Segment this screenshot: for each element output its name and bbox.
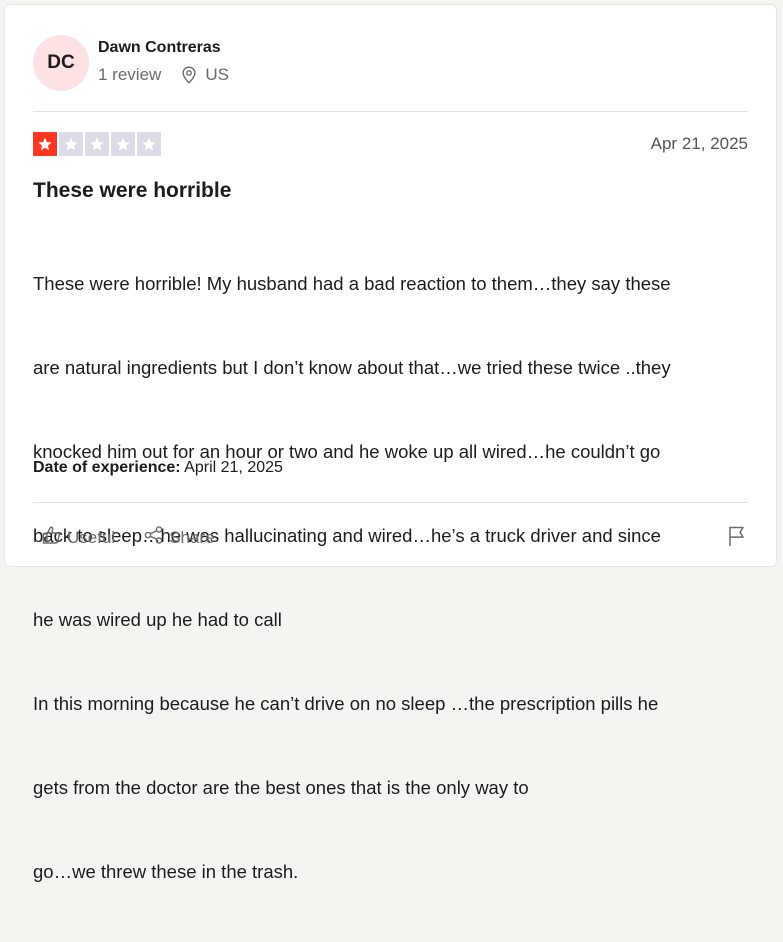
review-body-line: go…we threw these in the trash.: [33, 861, 299, 882]
review-date: Apr 21, 2025: [650, 134, 748, 153]
star-empty-icon: [111, 132, 135, 156]
experience-date: April 21, 2025: [184, 459, 283, 476]
star-rating: [33, 132, 161, 156]
reviewer-name[interactable]: Dawn Contreras: [98, 39, 221, 57]
review-body-line: he was wired up he had to call: [33, 609, 282, 630]
useful-label: Useful: [67, 527, 116, 547]
star-empty-icon: [85, 132, 109, 156]
review-body: These were horrible! My husband had a ba…: [33, 214, 753, 942]
review-body-line: These were horrible! My husband had a ba…: [33, 273, 671, 294]
header-divider: [33, 111, 748, 112]
date-of-experience: Date of experience: April 21, 2025: [33, 459, 283, 477]
reviewer-meta: 1 review US: [98, 65, 229, 85]
review-actions: Useful Share: [41, 525, 215, 550]
share-icon: [143, 525, 165, 550]
avatar-initials: DC: [47, 52, 75, 73]
share-button[interactable]: Share: [143, 525, 215, 550]
review-body-line: gets from the doctor are the best ones t…: [33, 777, 529, 798]
thumbs-up-icon: [41, 525, 63, 550]
experience-label: Date of experience:: [33, 459, 181, 476]
location-pin-icon: [181, 66, 197, 84]
useful-button[interactable]: Useful: [41, 525, 115, 550]
footer-divider: [33, 502, 748, 503]
review-count: 1 review: [98, 65, 162, 84]
flag-icon: [726, 526, 748, 552]
report-button[interactable]: [726, 524, 748, 553]
reviewer-location: US: [205, 65, 229, 84]
avatar[interactable]: DC: [33, 35, 89, 91]
review-card: DC Dawn Contreras 1 review US Apr 21, 20…: [4, 4, 777, 882]
review-title[interactable]: These were horrible: [33, 179, 231, 203]
review-body-line: are natural ingredients but I don’t know…: [33, 357, 671, 378]
star-empty-icon: [59, 132, 83, 156]
review-body-line: In this morning because he can’t drive o…: [33, 693, 659, 714]
star-filled-icon: [33, 132, 57, 156]
share-label: Share: [169, 527, 215, 547]
star-empty-icon: [137, 132, 161, 156]
